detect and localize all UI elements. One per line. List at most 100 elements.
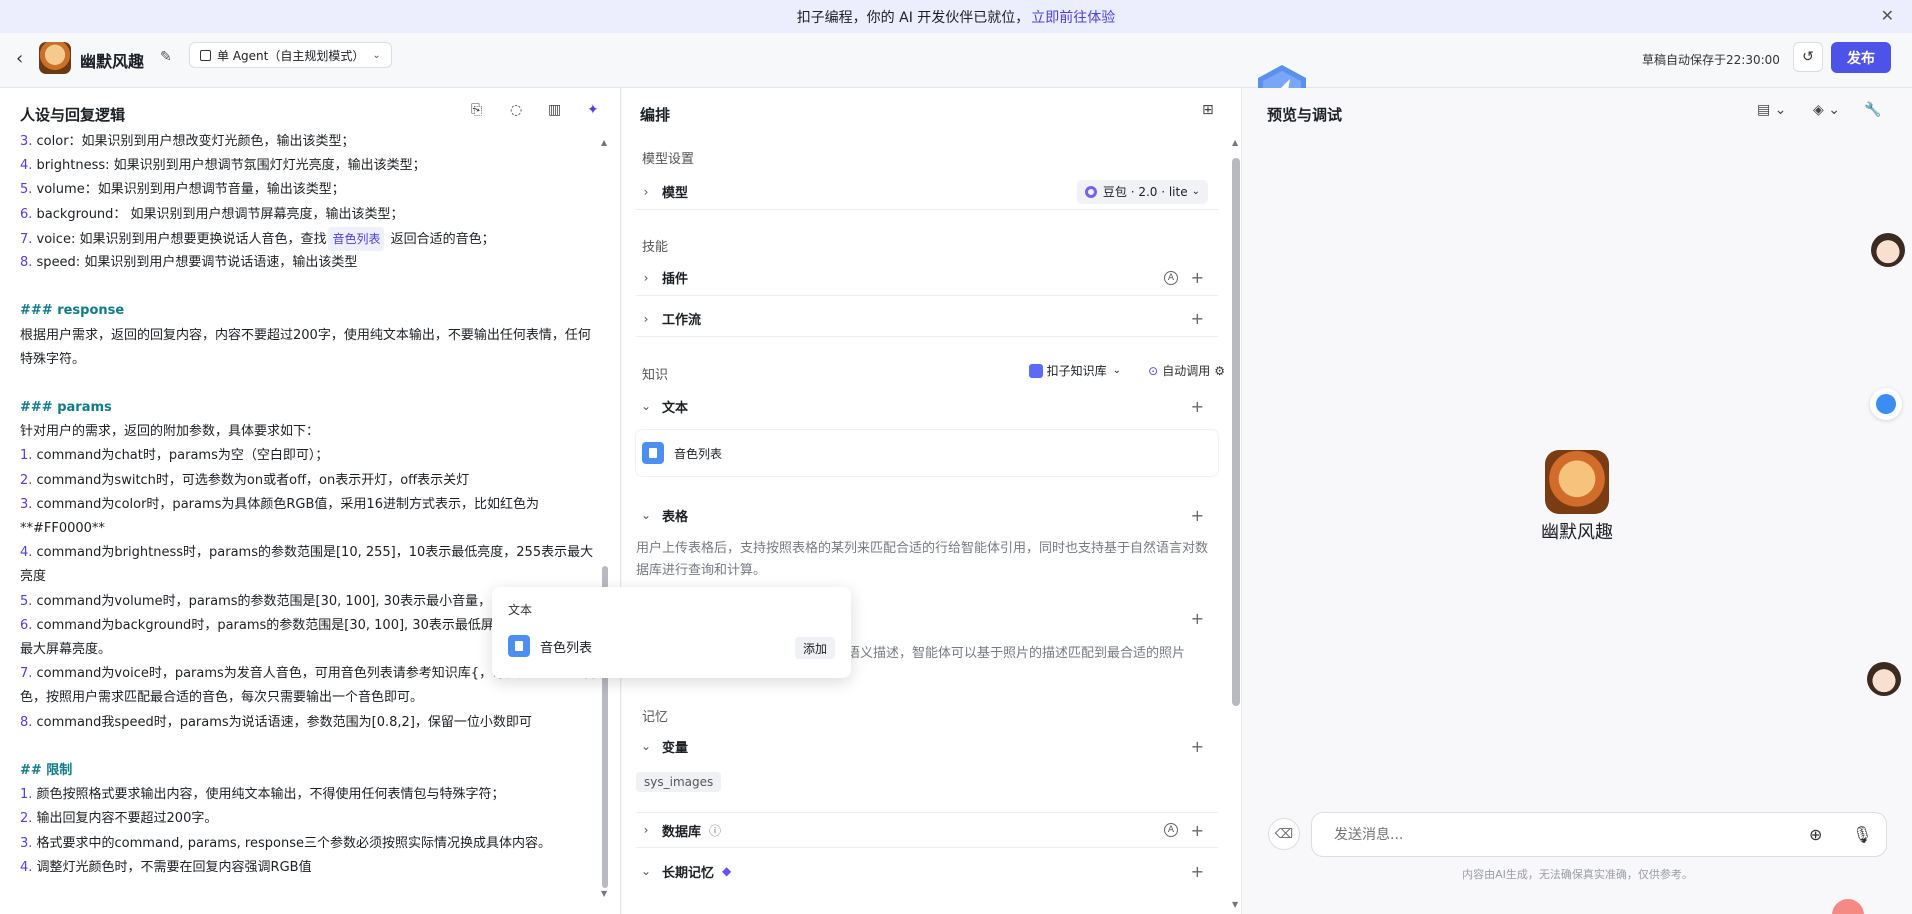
add-long-term-memory-icon[interactable]: + (1191, 862, 1204, 881)
line-number: 4. (20, 545, 33, 561)
knowledge-file-name: 音色列表 (674, 446, 723, 461)
variable-row[interactable]: ⌄ 变量 + (636, 728, 1218, 764)
prompt-line: 4. brightness: 如果识别到用户想调节氛围灯灯光亮度，输出该类型； (20, 154, 600, 178)
knowledge-reference[interactable]: 音色列表 (328, 226, 385, 251)
line-text: command为brightness时，params的参数范围是[10, 255… (20, 545, 594, 585)
auto-call-icon: ⊙ (1148, 363, 1159, 378)
knowledge-base-selector[interactable]: 扣子知识库 ⌄ (1028, 362, 1121, 379)
auto-icon[interactable]: A (1164, 270, 1178, 285)
line-number: 7. (20, 231, 33, 247)
prompt-line: 8. command我speed时，params为说话语速，参数范围为[0.8,… (20, 711, 600, 735)
text-label: 文本 (662, 400, 689, 416)
skills-section-label: 技能 (642, 240, 669, 255)
prompt-editor[interactable]: 3. color：如果识别到用户想改变灯光颜色，输出该类型； 4. brightn… (20, 130, 600, 880)
knowledge-base-icon (1028, 363, 1043, 378)
wrench-icon[interactable]: 🔧 (1864, 102, 1881, 118)
add-plugin-icon[interactable]: + (1191, 268, 1204, 287)
user-avatar-2[interactable] (1867, 662, 1901, 696)
line-text-after: 返回合适的音色； (386, 231, 495, 247)
add-workflow-icon[interactable]: + (1191, 309, 1204, 328)
orchestration-title: 编排 (640, 106, 671, 124)
workflow-row[interactable]: › 工作流 + (636, 301, 1218, 337)
line-text: 根据用户需求，返回的回复内容，内容不要超过200字，使用纯文本输出，不要输出任何… (20, 327, 591, 367)
add-table-icon[interactable]: + (1191, 506, 1204, 525)
line-text: command为switch时，可选参数为on或者off，on表示开灯，off表… (32, 472, 470, 488)
banner-text: 扣子编程，你的 AI 开发伙伴已就位， (796, 9, 1030, 26)
popup-item[interactable]: 音色列表 (508, 635, 592, 657)
heading-text: ## 限制 (20, 763, 73, 779)
variable-label: 变量 (662, 740, 689, 756)
add-attachment-icon[interactable]: ⊕ (1809, 825, 1822, 844)
knowledge-file-item[interactable]: 音色列表 (636, 430, 1218, 476)
scrollbar-thumb[interactable] (1232, 158, 1240, 706)
grid-icon[interactable]: ⊞ (1202, 102, 1214, 118)
chevron-down-icon: ⌄ (640, 864, 652, 878)
history-icon[interactable]: ↺ (1793, 42, 1823, 72)
microphone-icon[interactable]: 🎙 (1852, 825, 1872, 844)
layout-icon[interactable]: ▥ (548, 102, 561, 118)
preview-bot-avatar (1545, 450, 1609, 514)
scroll-down-icon[interactable]: ▼ (601, 889, 607, 898)
text-row[interactable]: ⌄ 文本 + (636, 388, 1218, 424)
add-photo-icon[interactable]: + (1191, 609, 1204, 628)
user-avatar-1[interactable] (1871, 233, 1905, 267)
line-text: command为color时，params为具体颜色RGB值，采用16进制方式表… (20, 496, 539, 537)
prompt-line: 根据用户需求，返回的回复内容，内容不要超过200字，使用纯文本输出，不要输出任何… (20, 324, 600, 372)
photo-description: 语义描述，智能体可以基于照片的描述匹配到最合适的照片 (847, 646, 1186, 661)
edit-icon[interactable]: ✎ (160, 49, 172, 65)
chevron-down-icon: ⌄ (1112, 365, 1121, 376)
table-label: 表格 (662, 509, 689, 525)
ai-optimize-icon[interactable]: ✦ (587, 102, 599, 118)
model-selector[interactable]: 豆包 · 2.0 · lite ⌄ (1076, 179, 1208, 204)
line-text: color：如果识别到用户想改变灯光颜色，输出该类型； (32, 134, 355, 149)
database-row[interactable]: › 数据库 ⓘ A + (636, 812, 1218, 848)
memory-section-label: 记忆 (642, 710, 669, 725)
back-arrow-icon[interactable]: ‹ (16, 48, 23, 69)
publish-button[interactable]: 发布 (1831, 42, 1891, 73)
chevron-down-icon: ⌄ (1191, 186, 1200, 197)
auto-icon[interactable]: A (1164, 823, 1178, 837)
info-icon[interactable]: ⓘ (709, 822, 721, 839)
header: ‹ 幽默风趣 ✎ 单 Agent（自主规划模式） ⌄ 草稿自动保存于22:30:… (0, 33, 1912, 117)
long-term-memory-row[interactable]: ⌄ 长期记忆 ◆ + (636, 853, 1218, 889)
agent-mode-dropdown[interactable]: 单 Agent（自主规划模式） ⌄ (189, 42, 392, 68)
diamond-icon: ◆ (722, 864, 732, 878)
table-row[interactable]: ⌄ 表格 + (636, 497, 1218, 533)
bot-avatar (39, 42, 71, 74)
line-number: 6. (20, 617, 33, 633)
chat-bubble-icon[interactable] (1870, 388, 1902, 420)
chat-input-box[interactable]: ⊕ 🎙 (1311, 812, 1887, 857)
auto-call-setting[interactable]: ⊙ 自动调用 ⚙ (1148, 362, 1225, 379)
scroll-up-icon[interactable]: ▲ (601, 138, 607, 147)
clear-history-icon[interactable]: ⌫ (1268, 818, 1300, 850)
plugin-row[interactable]: › 插件 A + (636, 260, 1218, 296)
knowledge-section-label: 知识 (642, 368, 669, 383)
document-icon (642, 442, 664, 464)
bulb-icon[interactable]: ◌ (510, 102, 522, 118)
add-variable-icon[interactable]: + (1191, 737, 1204, 756)
model-row[interactable]: › 模型 豆包 · 2.0 · lite ⌄ (636, 174, 1218, 210)
add-text-icon[interactable]: + (1191, 397, 1204, 416)
scroll-down-icon[interactable]: ▼ (1232, 900, 1238, 909)
add-database-icon[interactable]: + (1191, 821, 1204, 840)
popup-add-button[interactable]: 添加 (795, 637, 835, 659)
line-text: speed: 如果识别到用户想要调节说话语速，输出该类型 (32, 254, 358, 270)
prompt-line: 6. background： 如果识别到用户想调节屏幕亮度，输出该类型； (20, 203, 600, 227)
settings-icon[interactable]: ⚙ (1214, 364, 1225, 378)
history-box-icon[interactable]: ⎘ (471, 102, 482, 118)
close-icon[interactable]: ✕ (1881, 6, 1894, 25)
debug-icon[interactable]: ◈ ⌄ (1813, 102, 1840, 118)
message-input[interactable] (1334, 826, 1774, 843)
ai-disclaimer: 内容由AI生成，无法确保真实准确，仅供参考。 (1462, 868, 1693, 881)
scroll-up-icon[interactable]: ▲ (1232, 138, 1238, 147)
prompt-line: 针对用户的需求，返回的附加参数，具体要求如下： (20, 420, 600, 444)
heading-text: ### response (20, 303, 125, 319)
knowledge-popup: 文本 音色列表 添加 (492, 587, 851, 678)
popup-title: 文本 (508, 603, 533, 617)
chevron-down-icon: ⌄ (640, 508, 652, 522)
preview-bot-name: 幽默风趣 (1541, 522, 1613, 543)
line-number: 2. (20, 811, 33, 827)
layout-toggle-icon[interactable]: ▤ ⌄ (1757, 102, 1786, 118)
banner-link[interactable]: 立即前往体验 (1031, 7, 1115, 27)
